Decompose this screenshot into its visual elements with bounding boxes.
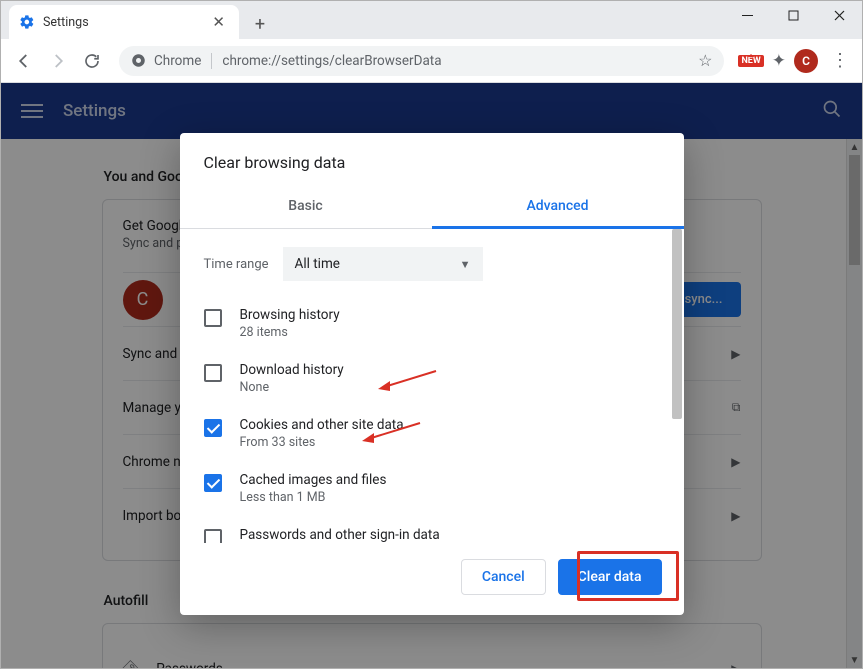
tab-title: Settings xyxy=(43,15,208,30)
tab-advanced[interactable]: Advanced xyxy=(432,188,684,229)
time-range-value: All time xyxy=(295,256,340,272)
checkbox[interactable] xyxy=(204,364,222,382)
new-extension-badge[interactable]: NEW xyxy=(738,55,763,67)
option-label: Cached images and files xyxy=(240,472,387,488)
forward-button[interactable] xyxy=(43,46,73,76)
settings-gear-icon xyxy=(19,14,35,30)
dialog-title: Clear browsing data xyxy=(180,133,684,188)
option-label: Cookies and other site data xyxy=(240,417,404,433)
back-button[interactable] xyxy=(9,46,39,76)
reload-button[interactable] xyxy=(77,46,107,76)
option-label: Download history xyxy=(240,362,344,378)
window-controls xyxy=(724,1,862,29)
option-label: Browsing history xyxy=(240,307,340,323)
window-maximize-button[interactable] xyxy=(770,1,816,29)
url-text: chrome://settings/clearBrowserData xyxy=(222,53,688,69)
option-label: Passwords and other sign-in data xyxy=(240,527,440,543)
new-tab-button[interactable]: + xyxy=(245,9,275,39)
dialog-scrollbar[interactable] xyxy=(670,229,684,543)
profile-avatar[interactable]: C xyxy=(794,49,818,73)
origin-chip: Chrome xyxy=(131,53,212,69)
browser-toolbar: Chrome chrome://settings/clearBrowserDat… xyxy=(1,39,862,83)
checkbox[interactable] xyxy=(204,309,222,327)
modal-overlay: Clear browsing data Basic Advanced Time … xyxy=(1,83,862,668)
option-subtext: 28 items xyxy=(240,325,340,340)
option-subtext: None xyxy=(240,380,344,395)
dialog-scrollbar-thumb[interactable] xyxy=(672,229,682,419)
checkbox[interactable] xyxy=(204,529,222,543)
window-titlebar: Settings ✕ + xyxy=(1,1,862,39)
tab-basic[interactable]: Basic xyxy=(180,188,432,229)
browser-menu-button[interactable]: ⋮ xyxy=(826,50,854,71)
option-subtext: Less than 1 MB xyxy=(240,490,387,505)
dropdown-arrow-icon: ▼ xyxy=(460,258,471,271)
address-bar[interactable]: Chrome chrome://settings/clearBrowserDat… xyxy=(119,46,724,76)
clear-option-row[interactable]: Cached images and files Less than 1 MB xyxy=(204,464,660,519)
cancel-button[interactable]: Cancel xyxy=(461,559,546,595)
window-minimize-button[interactable] xyxy=(724,1,770,29)
dialog-tabs: Basic Advanced xyxy=(180,188,684,229)
browser-tab[interactable]: Settings ✕ xyxy=(9,5,239,39)
origin-label: Chrome xyxy=(154,53,212,69)
extensions-puzzle-icon[interactable]: ✦ xyxy=(772,51,786,71)
time-range-label: Time range xyxy=(204,257,269,272)
bookmark-star-icon[interactable]: ☆ xyxy=(698,51,712,70)
checkbox[interactable] xyxy=(204,419,222,437)
clear-option-row[interactable]: Cookies and other site data From 33 sites xyxy=(204,409,660,464)
chrome-icon xyxy=(131,53,146,68)
checkbox[interactable] xyxy=(204,474,222,492)
option-subtext: From 33 sites xyxy=(240,435,404,450)
close-tab-icon[interactable]: ✕ xyxy=(208,13,229,31)
clear-browsing-data-dialog: Clear browsing data Basic Advanced Time … xyxy=(180,133,684,615)
window-close-button[interactable] xyxy=(816,1,862,29)
clear-option-row[interactable]: Browsing history 28 items xyxy=(204,299,660,354)
clear-option-row[interactable]: Passwords and other sign-in dataNone xyxy=(204,519,660,543)
time-range-select[interactable]: All time ▼ xyxy=(283,247,483,281)
clear-data-button[interactable]: Clear data xyxy=(558,559,662,595)
clear-option-row[interactable]: Download history None xyxy=(204,354,660,409)
